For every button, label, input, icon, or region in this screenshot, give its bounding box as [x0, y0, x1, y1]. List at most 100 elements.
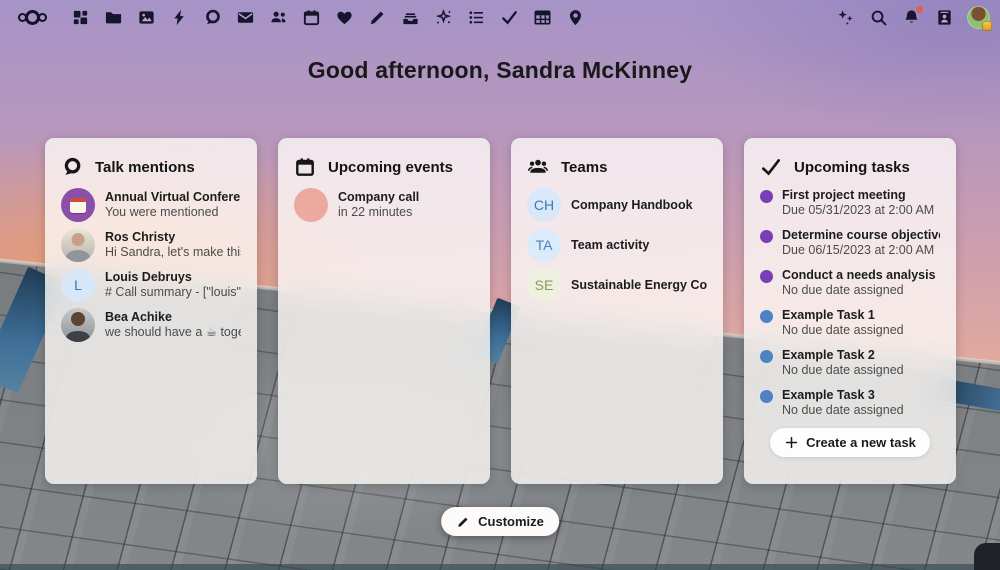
team-list: CH Company Handbook TA Team activity SE …: [527, 188, 707, 302]
task-item[interactable]: Example Task 2 No due date assigned: [760, 348, 940, 378]
task-status-dot[interactable]: [760, 350, 773, 363]
talk-icon[interactable]: [202, 7, 222, 27]
talk-mention-item[interactable]: Ros Christy Hi Sandra, let's make this h…: [61, 228, 241, 262]
event-color-dot: [294, 188, 328, 222]
task-due-date: No due date assigned: [782, 283, 904, 297]
notes-pencil-icon[interactable]: [367, 7, 387, 27]
teams-group-icon: [527, 159, 549, 173]
team-avatar: CH: [527, 188, 561, 222]
customize-label: Customize: [478, 514, 544, 529]
task-list: First project meeting Due 05/31/2023 at …: [760, 188, 940, 418]
task-due-date: No due date assigned: [782, 323, 904, 337]
nextcloud-dashboard: Good afternoon, Sandra McKinney Talk men…: [0, 0, 1000, 570]
app-navigation: [70, 7, 585, 27]
team-item[interactable]: SE Sustainable Energy Course: [527, 268, 707, 302]
tasks-check-icon[interactable]: [499, 7, 519, 27]
card-title: Teams: [561, 158, 608, 176]
task-status-dot[interactable]: [760, 230, 773, 243]
card-teams: Teams CH Company Handbook TA Team activi…: [511, 138, 723, 484]
talk-mention-item[interactable]: L Louis Debruys # Call summary - ["louis…: [61, 268, 241, 302]
mention-title: Bea Achike: [105, 310, 172, 324]
sparkles-icon[interactable]: [835, 7, 855, 27]
task-item[interactable]: Conduct a needs analysis No due date ass…: [760, 268, 940, 298]
files-icon[interactable]: [103, 7, 123, 27]
team-name: Team activity: [571, 237, 650, 252]
deck-icon[interactable]: [400, 7, 420, 27]
task-due-date: No due date assigned: [782, 363, 904, 377]
task-status-dot[interactable]: [760, 270, 773, 283]
event-list: Company call in 22 minutes: [294, 188, 474, 222]
event-item[interactable]: Company call in 22 minutes: [294, 188, 474, 222]
task-item[interactable]: Example Task 3 No due date assigned: [760, 388, 940, 418]
create-task-label: Create a new task: [806, 435, 916, 450]
talk-icon: [64, 157, 81, 175]
mention-title: Ros Christy: [105, 230, 176, 244]
card-upcoming-events: Upcoming events Company call in 22 minut…: [278, 138, 490, 484]
tables-icon[interactable]: [532, 7, 552, 27]
calendar-emoji-icon: [70, 197, 86, 213]
create-task-button[interactable]: Create a new task: [770, 428, 930, 457]
team-name: Company Handbook: [571, 197, 693, 212]
mention-subtitle: Hi Sandra, let's make this hap…: [105, 245, 241, 259]
mention-subtitle: You were mentioned: [105, 205, 219, 219]
photos-icon[interactable]: [136, 7, 156, 27]
task-title: Conduct a needs analysis: [782, 268, 936, 282]
card-title: Talk mentions: [95, 158, 195, 176]
assistant-star-icon[interactable]: [433, 7, 453, 27]
task-item[interactable]: Example Task 1 No due date assigned: [760, 308, 940, 338]
task-title: First project meeting: [782, 188, 906, 202]
team-avatar: SE: [527, 268, 561, 302]
activity-icon[interactable]: [169, 7, 189, 27]
mention-subtitle: # Call summary - ["louis","san…: [105, 285, 241, 299]
dashboard-icon[interactable]: [70, 7, 90, 27]
topbar-right: [835, 5, 992, 31]
heart-icon[interactable]: [334, 7, 354, 27]
task-due-date: Due 05/31/2023 at 2:00 AM: [782, 203, 935, 217]
team-avatar: TA: [527, 228, 561, 262]
card-header: Upcoming events: [294, 156, 474, 178]
nextcloud-logo[interactable]: [8, 9, 56, 25]
task-status-dot[interactable]: [760, 190, 773, 203]
card-title: Upcoming events: [328, 158, 454, 176]
plus-icon: [785, 436, 798, 449]
customize-button[interactable]: Customize: [441, 507, 559, 536]
avatar: [61, 188, 95, 222]
task-item[interactable]: First project meeting Due 05/31/2023 at …: [760, 188, 940, 218]
greeting-title: Good afternoon, Sandra McKinney: [307, 57, 693, 83]
task-title: Determine course objectives: [782, 228, 940, 242]
mail-icon[interactable]: [235, 7, 255, 27]
card-title: Upcoming tasks: [794, 158, 910, 176]
team-initials: SE: [534, 277, 554, 293]
avatar: [61, 228, 95, 262]
event-time: in 22 minutes: [338, 205, 413, 219]
contacts-book-icon[interactable]: [934, 7, 954, 27]
task-status-dot[interactable]: [760, 390, 773, 403]
pencil-icon: [458, 517, 468, 527]
talk-mention-item[interactable]: Annual Virtual Conference You were menti…: [61, 188, 241, 222]
team-item[interactable]: CH Company Handbook: [527, 188, 707, 222]
task-status-dot[interactable]: [760, 310, 773, 323]
calendar-icon: [296, 158, 314, 176]
talk-mention-item[interactable]: Bea Achike we should have a ☕ together …: [61, 308, 241, 342]
event-title: Company call: [338, 190, 420, 204]
calendar-icon[interactable]: [301, 7, 321, 27]
building-window-strip: [0, 564, 1000, 570]
mention-title: Louis Debruys: [105, 270, 192, 284]
list-icon[interactable]: [466, 7, 486, 27]
notification-badge: [916, 6, 923, 13]
talk-mention-list: Annual Virtual Conference You were menti…: [61, 188, 241, 342]
user-avatar[interactable]: [967, 5, 992, 31]
avatar-initials: L: [74, 277, 82, 293]
task-item[interactable]: Determine course objectives Due 06/15/20…: [760, 228, 940, 258]
dashboard-widgets: Talk mentions Annual Virtual Conference …: [45, 138, 956, 484]
contacts-icon[interactable]: [268, 7, 288, 27]
card-header: Upcoming tasks: [760, 156, 940, 178]
building-dark-corner: [974, 543, 1000, 570]
search-icon[interactable]: [868, 7, 888, 27]
team-item[interactable]: TA Team activity: [527, 228, 707, 262]
card-header: Talk mentions: [61, 156, 241, 178]
check-icon: [761, 159, 781, 176]
card-upcoming-tasks: Upcoming tasks First project meeting Due…: [744, 138, 956, 484]
maps-pin-icon[interactable]: [565, 7, 585, 27]
notifications-bell-icon[interactable]: [901, 6, 923, 27]
